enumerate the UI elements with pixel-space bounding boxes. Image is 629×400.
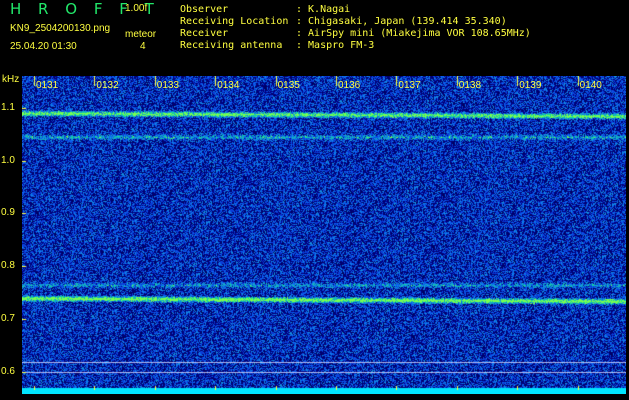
x-tick-label: 0139 — [519, 80, 542, 91]
y-tick-label: 1.1 — [1, 101, 15, 113]
app-version: 1.00f — [125, 3, 148, 14]
y-tick-label: 0.9 — [1, 207, 15, 219]
header-panel: H R O F F T 1.00f KN9_2504200130.png met… — [0, 0, 629, 72]
location-value: : Chigasaki, Japan (139.414 35.340) — [296, 16, 507, 27]
x-tick-label: 0134 — [217, 80, 240, 91]
x-tick-label: 0137 — [398, 80, 421, 91]
file-name: KN9_2504200130.png — [10, 23, 111, 34]
location-label: Receiving Location — [180, 16, 289, 27]
x-tick-label: 0132 — [96, 80, 119, 91]
receiver-label: Receiver — [180, 28, 229, 39]
x-tick-label: 0138 — [458, 80, 482, 91]
receiver-value: : AirSpy mini (Miakejima VOR 108.65MHz) — [296, 28, 531, 39]
x-tick-label: 0136 — [338, 80, 361, 91]
y-tick-label: 0.6 — [1, 366, 15, 378]
y-tick-label: 1.0 — [1, 154, 15, 166]
meteor-count: 4 — [140, 41, 146, 52]
x-tick-label: 0135 — [277, 80, 300, 91]
x-tick-label: 0133 — [156, 80, 180, 91]
antenna-label: Receiving antenna — [180, 40, 283, 51]
meteor-label: meteor — [125, 29, 157, 40]
y-axis-label: kHz — [2, 74, 20, 85]
observer-value: : K.Nagai — [296, 4, 351, 15]
x-tick-label: 0140 — [579, 80, 602, 91]
antenna-value: : Maspro FM-3 — [296, 40, 375, 51]
y-tick-label: 0.8 — [1, 260, 15, 272]
timestamp: 25.04.20 01:30 — [10, 41, 77, 52]
x-tick-label: 0131 — [36, 80, 59, 91]
y-tick-label: 0.7 — [1, 313, 15, 325]
spectrogram-plot — [22, 76, 626, 394]
observer-label: Observer — [180, 4, 229, 15]
